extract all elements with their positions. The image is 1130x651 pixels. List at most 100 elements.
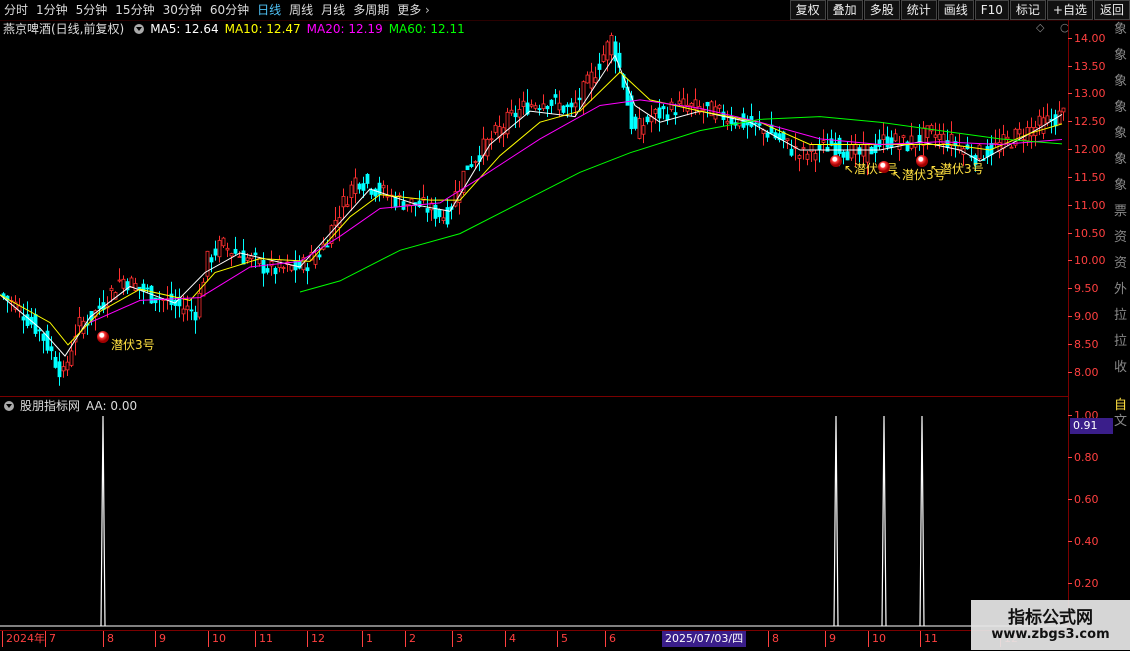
candle-body xyxy=(57,361,62,378)
candle-body xyxy=(713,106,718,120)
candle-body xyxy=(245,257,250,261)
candle-body xyxy=(1037,115,1042,126)
candle-body xyxy=(313,255,318,265)
candle-body xyxy=(553,94,558,98)
candle-body xyxy=(589,71,594,89)
price-tick-10: 9.00 xyxy=(1068,310,1099,324)
candle-body xyxy=(653,108,658,114)
candle-body xyxy=(109,287,114,292)
candle-body xyxy=(381,184,386,189)
candlestick-chart xyxy=(0,32,1068,627)
candle-body xyxy=(225,247,230,251)
date-tick-6: 12 xyxy=(307,631,325,647)
candle-body xyxy=(1057,110,1062,124)
candle-body xyxy=(537,108,542,110)
candle-body xyxy=(597,63,602,70)
candle-body xyxy=(725,120,730,124)
date-tick-16: 10 xyxy=(868,631,886,647)
candle-body xyxy=(677,100,682,105)
candle-body xyxy=(77,316,82,327)
candle-body xyxy=(213,248,218,256)
candle-body xyxy=(601,54,606,62)
candle-body xyxy=(645,116,650,123)
candle-body xyxy=(577,97,582,101)
candle-body xyxy=(97,305,102,309)
price-tick-5: 11.50 xyxy=(1068,170,1106,184)
candle-body xyxy=(117,279,122,282)
strip-char-3: 象 xyxy=(1114,100,1128,115)
price-tick-1: 13.50 xyxy=(1068,59,1106,73)
candle-body xyxy=(37,329,42,332)
indicator-dropdown-icon[interactable] xyxy=(4,401,14,411)
candle-body xyxy=(641,125,646,135)
date-tick-4: 10 xyxy=(208,631,226,647)
candle-body xyxy=(401,201,406,210)
candle-body xyxy=(881,134,886,140)
strip-char-4: 象 xyxy=(1114,126,1128,141)
candle-body xyxy=(1001,134,1006,149)
strip-char-2: 象 xyxy=(1114,74,1128,89)
candle-body xyxy=(341,196,346,208)
date-tick-15: 9 xyxy=(825,631,836,647)
candle-body xyxy=(445,207,450,225)
date-tick-5: 11 xyxy=(255,631,273,647)
candle-body xyxy=(853,143,858,155)
candle-body xyxy=(229,253,234,257)
candle-body xyxy=(637,118,642,139)
candle-body xyxy=(345,204,350,207)
candle-body xyxy=(121,278,126,289)
candle-body xyxy=(901,135,906,138)
candle-body xyxy=(529,104,534,107)
price-tick-0: 14.00 xyxy=(1068,31,1106,45)
candle-body xyxy=(1053,114,1058,127)
candle-body xyxy=(805,153,810,160)
candle-body xyxy=(561,105,566,113)
candle-body xyxy=(465,165,470,171)
candle-body xyxy=(893,133,898,142)
candle-body xyxy=(925,125,930,138)
strip-char-0: 象 xyxy=(1114,22,1128,37)
candle-body xyxy=(281,267,286,269)
date-tick-2: 8 xyxy=(103,631,114,647)
candle-body xyxy=(765,132,770,138)
candle-body xyxy=(657,107,662,119)
candle-body xyxy=(833,142,838,157)
candle-body xyxy=(493,124,498,133)
candle-body xyxy=(473,161,478,163)
signal-label-3: ↖潜伏3号 xyxy=(930,162,984,177)
indicator-spike-1 xyxy=(833,415,839,627)
indicator-tick-2: 0.60 xyxy=(1068,493,1099,506)
candle-body xyxy=(353,177,358,194)
price-tick-3: 12.50 xyxy=(1068,115,1106,129)
candle-body xyxy=(789,148,794,156)
candle-body xyxy=(433,204,438,219)
strip-char-5: 象 xyxy=(1114,152,1128,167)
price-tick-2: 13.00 xyxy=(1068,87,1106,101)
candle-body xyxy=(785,138,790,141)
candle-body xyxy=(193,311,198,321)
panel-divider xyxy=(0,396,1068,397)
candle-body xyxy=(509,109,514,114)
ma-line-ma20 xyxy=(89,99,1063,324)
candle-body xyxy=(573,102,578,108)
candle-body xyxy=(849,143,854,159)
indicator-info-bar: 股朋指标网 AA: 0.00 xyxy=(0,397,143,415)
candle-body xyxy=(541,103,546,109)
candle-body xyxy=(873,144,878,154)
candle-body xyxy=(137,286,142,289)
candle-body xyxy=(665,114,670,121)
candle-body xyxy=(977,144,982,160)
candle-body xyxy=(153,297,158,304)
candle-body xyxy=(521,100,526,107)
date-tick-10: 4 xyxy=(505,631,516,647)
candle-body xyxy=(817,144,822,150)
candle-body xyxy=(565,104,570,108)
candle-body xyxy=(825,146,830,152)
date-tick-17: 11 xyxy=(920,631,938,647)
candle-body xyxy=(633,116,638,129)
date-tick-3: 9 xyxy=(155,631,166,647)
candle-body xyxy=(357,183,362,190)
candle-body xyxy=(189,309,194,312)
candle-body xyxy=(513,112,518,118)
candle-body xyxy=(369,189,374,195)
